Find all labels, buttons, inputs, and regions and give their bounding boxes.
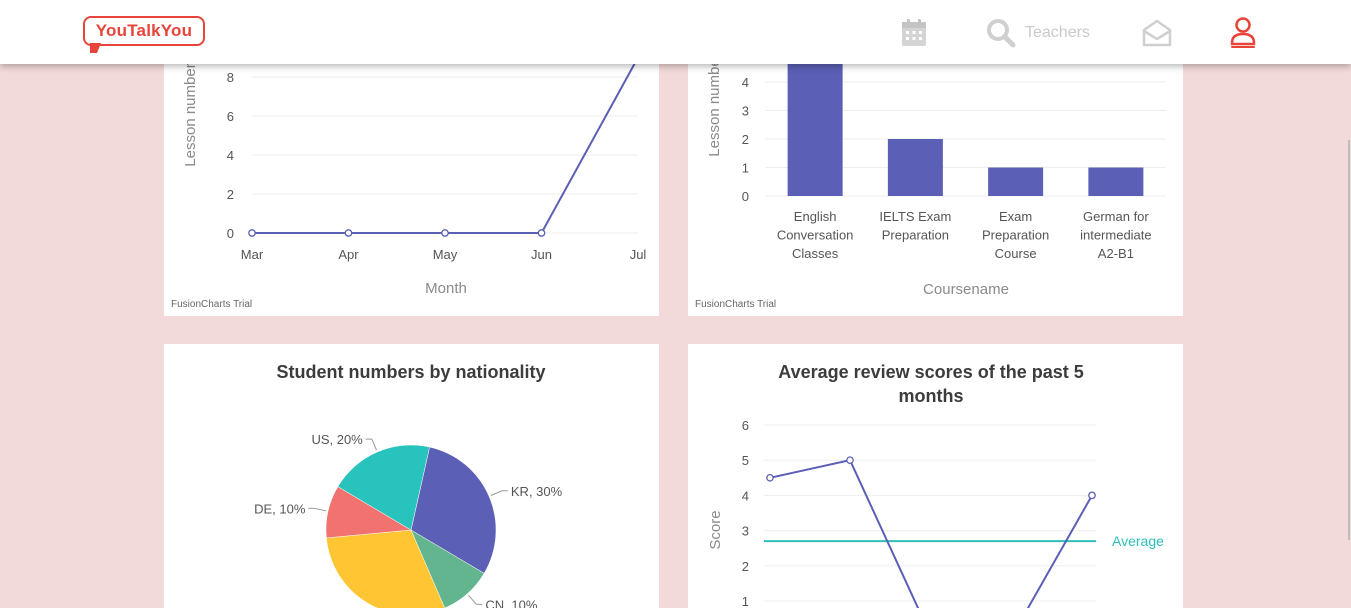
lessons-by-month-chart: 0 2 4 6 8 Mar Apr May Jun Jul Month Lesson number Fu…	[171, 53, 647, 310]
x-tick-label: May	[433, 247, 458, 262]
y-axis-title: Lesson number	[182, 63, 199, 166]
x-axis-title: Month	[425, 280, 467, 297]
page-scrollbar[interactable]	[1348, 140, 1350, 540]
slice-label: US, 20%	[311, 432, 363, 447]
y-tick-label: 8	[227, 70, 234, 85]
y-tick-label: 3	[742, 104, 749, 119]
data-point[interactable]	[766, 473, 774, 482]
search-icon[interactable]	[986, 18, 1016, 48]
youtalkyou-logo[interactable]: YouTalkYou	[83, 16, 205, 46]
x-tick-label: Mar	[241, 247, 264, 262]
y-tick-label: 4	[742, 488, 749, 503]
y-tick-label: 4	[742, 75, 749, 90]
mail-icon[interactable]	[1141, 18, 1173, 48]
logo-speech-tail	[90, 43, 101, 53]
lessons-by-course-chart: 0 1 2 3 4 English Conversation Classes IELTS Exa…	[695, 53, 1166, 310]
x-tick-label: German for	[1083, 209, 1149, 224]
nationality-pie-chart: Student numbers by nationality KR, 30% CN,…	[254, 362, 563, 608]
calendar-icon[interactable]	[900, 18, 928, 48]
x-axis-title: Coursename	[923, 281, 1009, 298]
bar[interactable]	[787, 53, 843, 197]
y-axis-title: Score	[707, 510, 724, 549]
review-scores-card: Average review scores of the past 5 month…	[688, 344, 1183, 608]
fusioncharts-trial-label: FusionCharts Trial	[695, 299, 776, 310]
y-tick-label: 0	[227, 226, 234, 241]
slice-label: DE, 10%	[254, 501, 306, 516]
average-label: Average	[1112, 533, 1164, 549]
x-tick-label: Exam	[999, 209, 1032, 224]
y-tick-label: 6	[742, 418, 749, 433]
x-tick-label: Preparation	[882, 228, 949, 243]
data-point[interactable]	[1088, 491, 1096, 500]
teachers-link[interactable]: Teachers	[1025, 24, 1090, 42]
x-tick-label: Course	[995, 246, 1037, 261]
y-tick-label: 6	[227, 109, 234, 124]
x-tick-label: intermediate	[1080, 228, 1152, 243]
y-tick-label: 4	[227, 148, 234, 163]
lessons-by-month-card: 0 2 4 6 8 Mar Apr May Jun Jul Month Lesson number Fu…	[164, 30, 659, 316]
x-tick-label: English	[794, 209, 837, 224]
x-tick-label: Conversation	[777, 228, 854, 243]
bar[interactable]	[988, 167, 1044, 197]
top-navigation-bar: YouTalkYou Teachers	[0, 0, 1351, 64]
y-tick-label: 2	[227, 187, 234, 202]
slice-label-connector	[365, 438, 377, 451]
x-tick-label: IELTS Exam	[879, 209, 951, 224]
x-tick-label: Jul	[630, 247, 647, 262]
y-tick-label: 0	[742, 189, 749, 204]
data-point[interactable]	[441, 229, 449, 237]
lessons-by-course-card: 0 1 2 3 4 English Conversation Classes IELTS Exa…	[688, 30, 1183, 316]
x-tick-label: Classes	[792, 246, 839, 261]
x-tick-label: Preparation	[982, 228, 1049, 243]
y-axis-title: Lesson number	[706, 53, 723, 156]
x-tick-label: Apr	[338, 247, 359, 262]
x-tick-label: A2-B1	[1098, 246, 1134, 261]
slice-label-connector	[468, 594, 483, 605]
y-tick-label: 1	[742, 161, 749, 176]
chart-title: months	[899, 386, 964, 406]
chart-title: Student numbers by nationality	[276, 362, 545, 382]
slice-label-connector	[490, 490, 508, 496]
series-line	[769, 459, 1093, 608]
y-tick-label: 2	[742, 559, 749, 574]
y-tick-label: 1	[742, 594, 749, 608]
bar[interactable]	[887, 139, 943, 196]
data-point[interactable]	[344, 229, 353, 237]
user-icon[interactable]	[1228, 16, 1258, 50]
y-tick-label: 5	[742, 453, 749, 468]
slice-label: CN, 10%	[485, 597, 537, 608]
x-tick-label: Jun	[531, 247, 552, 262]
nationality-card: Student numbers by nationality KR, 30% CN,…	[164, 344, 659, 608]
slice-label: KR, 30%	[511, 484, 563, 499]
fusioncharts-trial-label: FusionCharts Trial	[171, 299, 252, 310]
series-line	[252, 57, 639, 234]
bar[interactable]	[1088, 167, 1144, 197]
data-point[interactable]	[537, 229, 546, 237]
y-tick-label: 3	[742, 524, 749, 539]
y-tick-label: 2	[742, 132, 749, 147]
chart-title: Average review scores of the past 5	[778, 362, 1083, 382]
review-scores-chart: Average review scores of the past 5 month…	[707, 362, 1164, 608]
data-point[interactable]	[846, 456, 854, 465]
data-point[interactable]	[248, 229, 256, 237]
slice-label-connector	[308, 507, 327, 512]
